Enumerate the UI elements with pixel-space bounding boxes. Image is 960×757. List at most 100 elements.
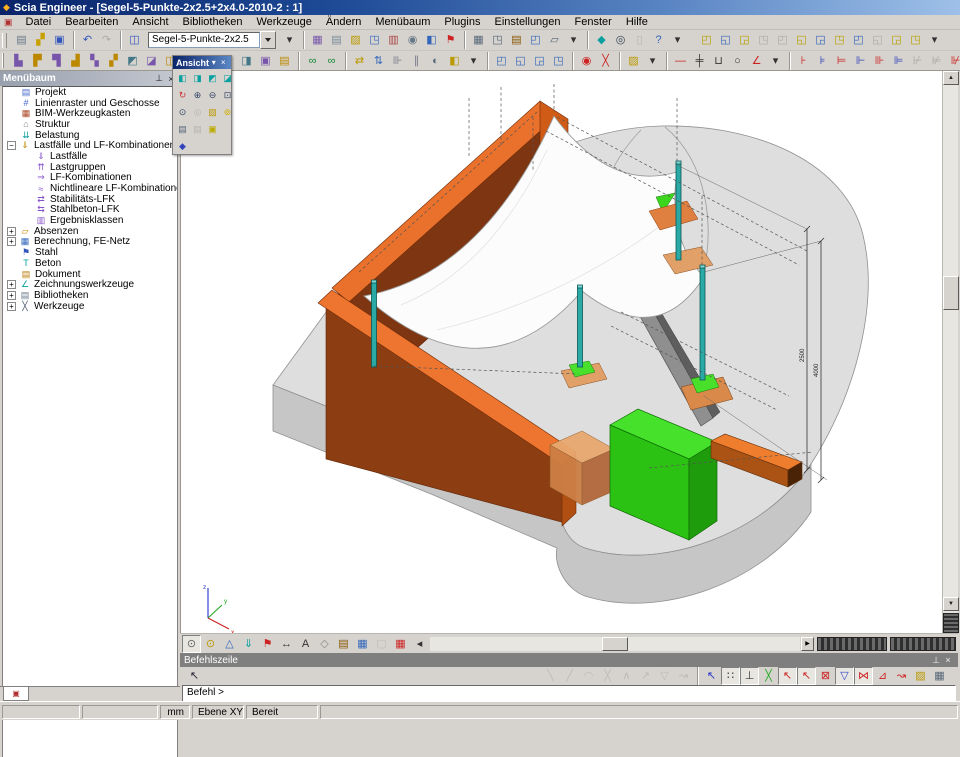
tree-item-nichtlineare-lf-kombinationen[interactable]: ≈Nichtlineare LF-Kombinationen xyxy=(3,183,177,194)
tree-item-dokument[interactable]: ▤Dokument xyxy=(3,269,177,280)
member-column-button[interactable]: ◩ xyxy=(123,52,142,70)
menu-item-ansicht[interactable]: Ansicht xyxy=(125,15,175,30)
open-folder-button[interactable]: ▞ xyxy=(31,31,50,49)
section-tube-button[interactable]: ▜ xyxy=(47,52,66,70)
window-2-button[interactable]: ◱ xyxy=(511,52,530,70)
clipboard-folder-button[interactable]: ▨ xyxy=(205,104,220,119)
section-channel-button[interactable]: ▟ xyxy=(66,52,85,70)
menu-item-bibliotheken[interactable]: Bibliotheken xyxy=(176,15,250,30)
activity-button[interactable]: ◐ xyxy=(426,52,445,70)
menu-item-ändern[interactable]: Ändern xyxy=(319,15,368,30)
tree-item-beton[interactable]: TBeton xyxy=(3,258,177,269)
window-3-button[interactable]: ◲ xyxy=(530,52,549,70)
section-angle-button[interactable]: ▚ xyxy=(85,52,104,70)
snap-dot-grid-button[interactable]: ∷ xyxy=(721,667,740,685)
project-combobox[interactable]: Segel-5-Punkte-2x2.5 xyxy=(148,32,276,48)
show-mesh-button[interactable]: ◇ xyxy=(315,635,334,653)
flags-button[interactable]: ⚑ xyxy=(441,31,460,49)
vertical-scroll-thumb[interactable] xyxy=(943,276,959,310)
horizontal-scrollbar[interactable] xyxy=(430,637,800,651)
ansicht-floating-toolbar[interactable]: Ansicht ▾ × ◧◨◩◪ ↻⊕⊖⊡ ⊙◎▨⊚ ▤▤▣ ◆ xyxy=(172,55,232,155)
ansicht-caption[interactable]: Ansicht ▾ × xyxy=(173,56,231,69)
erase-button[interactable]: ╳ xyxy=(596,52,615,70)
load-line-button[interactable]: ⊧ xyxy=(813,52,832,70)
geometry-overflow-button[interactable]: ▾ xyxy=(766,52,785,70)
load-surface-button[interactable]: ⊨ xyxy=(832,52,851,70)
menu-item-bearbeiten[interactable]: Bearbeiten xyxy=(58,15,125,30)
project-screen-button[interactable]: ▦ xyxy=(308,31,327,49)
print-preview-button[interactable]: ◳ xyxy=(488,31,507,49)
search-button[interactable]: ◎ xyxy=(611,31,630,49)
vertical-rotate-wheel[interactable] xyxy=(943,613,959,633)
zoom-in-button[interactable]: ⊕ xyxy=(190,87,205,102)
snap-ortho-button[interactable]: ⊥ xyxy=(740,667,759,685)
package-button[interactable]: ◰ xyxy=(526,31,545,49)
new-file-button[interactable]: ▤ xyxy=(12,31,31,49)
project-combobox-arrow[interactable] xyxy=(260,31,276,49)
view-front-button[interactable]: ◧ xyxy=(175,70,190,85)
storey-levels-button[interactable]: ⊪ xyxy=(388,52,407,70)
horizontal-scroll-thumb[interactable] xyxy=(602,637,628,651)
snap-surface-button[interactable]: ⊿ xyxy=(873,667,892,685)
show-supports-button[interactable]: △ xyxy=(220,635,239,653)
snap-midpoint-button[interactable]: ↖ xyxy=(797,667,816,685)
snap-intersection-button[interactable]: ╳ xyxy=(759,667,778,685)
tree-item-lastfälle[interactable]: ⇓Lastfälle xyxy=(3,151,177,162)
misc-overflow-button[interactable]: ▾ xyxy=(668,31,687,49)
show-dimensions-button[interactable]: ↔ xyxy=(277,635,296,653)
show-loads-button[interactable]: ⇓ xyxy=(239,635,258,653)
accept-changes-button[interactable]: ⇄ xyxy=(350,52,369,70)
load-free-button[interactable]: ⊫ xyxy=(889,52,908,70)
tree-item-linienraster-und-geschosse[interactable]: #Linienraster und Geschosse xyxy=(3,98,177,109)
show-grid-button[interactable]: ▦ xyxy=(391,635,410,653)
member-arbitrary-button[interactable]: ▤ xyxy=(275,52,294,70)
tree-item-lastfälle-und-lf-kombinationen[interactable]: −⇓Lastfälle und LF-Kombinationen xyxy=(3,140,177,151)
xy-diagram-button[interactable]: ◳ xyxy=(365,31,384,49)
open-project-folder-button[interactable]: ▨ xyxy=(624,52,643,70)
load-moment-button[interactable]: ⊪ xyxy=(870,52,889,70)
tree-item-stahl[interactable]: ⚑Stahl xyxy=(3,247,177,258)
loadpanel-12-button[interactable]: ◳ xyxy=(906,31,925,49)
tree-item-lastgruppen[interactable]: ⇈Lastgruppen xyxy=(3,162,177,173)
visibility-button[interactable]: ◉ xyxy=(577,52,596,70)
view-side-button[interactable]: ◨ xyxy=(190,70,205,85)
chevron-down-icon[interactable]: ▾ xyxy=(209,58,218,67)
calculator-button[interactable]: ◆ xyxy=(592,31,611,49)
menu-item-menübaum[interactable]: Menübaum xyxy=(368,15,437,30)
loadpanel-7-button[interactable]: ◲ xyxy=(811,31,830,49)
tree-item-stahlbeton-lfk[interactable]: ⇆Stahlbeton-LFK xyxy=(3,205,177,216)
draw-profile-button[interactable]: ⊔ xyxy=(709,52,728,70)
show-labels-button[interactable]: A xyxy=(296,635,315,653)
save-button[interactable]: ▣ xyxy=(50,31,69,49)
snap-node-button[interactable]: ▽ xyxy=(835,667,854,685)
title-bar[interactable]: ◆ Scia Engineer - [Segel-5-Punkte-2x2.5+… xyxy=(0,0,960,15)
menu-item-hilfe[interactable]: Hilfe xyxy=(619,15,655,30)
snap-arc-button[interactable]: ↝ xyxy=(892,667,911,685)
zoom-window-button[interactable]: ⊡ xyxy=(220,87,235,102)
fast-adjust-2-button[interactable]: ⊙ xyxy=(201,635,220,653)
document-book-button[interactable]: ▤ xyxy=(507,31,526,49)
section-plate-button[interactable]: ▞ xyxy=(104,52,123,70)
help-what-button[interactable]: ? xyxy=(649,31,668,49)
menu-item-datei[interactable]: Datei xyxy=(19,15,59,30)
print-button[interactable]: ▦ xyxy=(469,31,488,49)
menu-tree-caption[interactable]: Menübaum ⊥ × xyxy=(0,71,180,86)
member-rib-button[interactable]: ◨ xyxy=(237,52,256,70)
menu-item-einstellungen[interactable]: Einstellungen xyxy=(487,15,567,30)
loadpanel-2-button[interactable]: ◱ xyxy=(716,31,735,49)
tree-item-absenzen[interactable]: +▱Absenzen xyxy=(3,226,177,237)
load-point-button[interactable]: ⊦ xyxy=(794,52,813,70)
rotate-wheel-vertical[interactable] xyxy=(890,637,956,651)
menu-item-plugins[interactable]: Plugins xyxy=(437,15,487,30)
tree-item-stabilitäts-lfk[interactable]: ⇄Stabilitäts-LFK xyxy=(3,194,177,205)
pin-icon[interactable]: ⊥ xyxy=(930,655,942,666)
expand-icon[interactable]: + xyxy=(7,291,16,300)
toolbar1-overflow-button[interactable]: ▾ xyxy=(280,31,299,49)
layers-button[interactable]: ◧ xyxy=(445,52,464,70)
zoom-out-button[interactable]: ⊖ xyxy=(205,87,220,102)
tree-item-projekt[interactable]: ▤Projekt xyxy=(3,87,177,98)
export-document-button[interactable]: ▱ xyxy=(545,31,564,49)
snap-box-button[interactable]: ⊠ xyxy=(816,667,835,685)
loadpanel-9-button[interactable]: ◰ xyxy=(849,31,868,49)
loadpanel-3-button[interactable]: ◲ xyxy=(735,31,754,49)
